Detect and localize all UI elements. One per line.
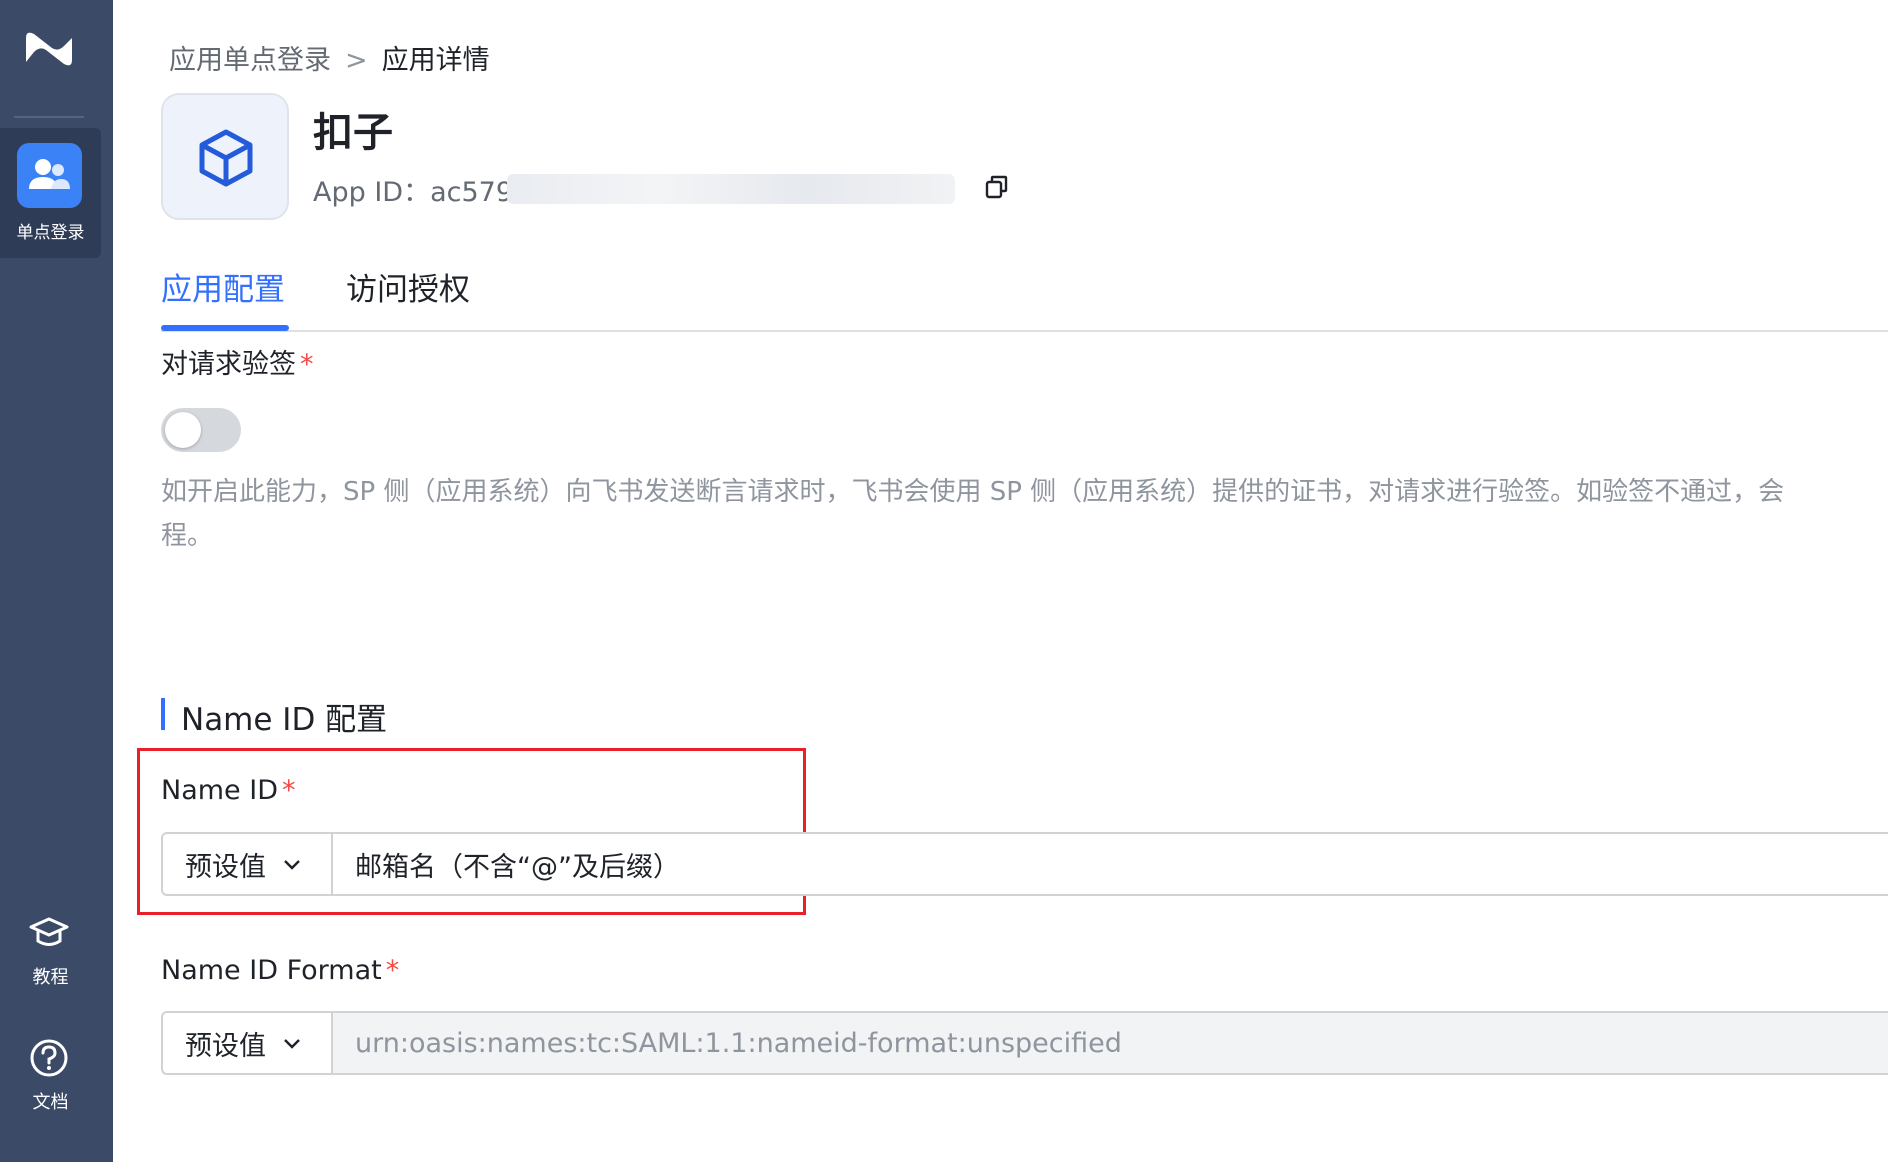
- copy-icon[interactable]: [983, 173, 1011, 201]
- main-content: 应用单点登录 > 应用详情 扣子 App ID：ac579 应用配置 访问授权 对请…: [113, 0, 1888, 1162]
- sidebar-item-label: 文档: [32, 1092, 69, 1113]
- app-logo: [161, 93, 289, 220]
- name-id-value-select[interactable]: 邮箱名（不含“@”及后缀）: [333, 834, 1888, 894]
- app-id-label: App ID：: [313, 177, 431, 208]
- feishu-logo-icon[interactable]: [22, 26, 76, 72]
- tab-divider: [161, 330, 1888, 332]
- section-accent-bar: [161, 698, 165, 730]
- chevron-down-icon: [284, 860, 300, 870]
- tab-app-config[interactable]: 应用配置: [161, 264, 285, 309]
- chevron-down-icon: [284, 1039, 300, 1049]
- help-circle-icon: [30, 1039, 68, 1077]
- name-id-format-field: 预设值 urn:oasis:names:tc:SAML:1.1:nameid-f…: [161, 1011, 1888, 1075]
- toggle-knob: [165, 412, 201, 448]
- active-tab-indicator: [161, 325, 289, 331]
- name-id-format-label: Name ID Format *: [161, 955, 400, 986]
- signature-verification-toggle[interactable]: [161, 408, 241, 452]
- sidebar-divider: [14, 116, 84, 118]
- graduation-cap-icon: [29, 917, 69, 946]
- required-mark: *: [282, 775, 296, 806]
- section-title-name-id: Name ID 配置: [181, 702, 388, 738]
- sidebar-item-label: 单点登录: [16, 223, 85, 243]
- app-id-row: App ID：ac579: [313, 170, 513, 209]
- sidebar-item-docs[interactable]: 文档: [0, 1030, 101, 1130]
- sidebar-item-sso[interactable]: 单点登录: [0, 128, 101, 258]
- name-id-mode-select[interactable]: 预设值: [163, 834, 333, 894]
- cube-icon: [199, 129, 253, 187]
- name-id-format-value-input: urn:oasis:names:tc:SAML:1.1:nameid-forma…: [333, 1013, 1888, 1073]
- sidebar-item-label: 教程: [32, 967, 69, 988]
- signature-verification-label: 对请求验签 *: [161, 349, 314, 380]
- sidebar: 单点登录 教程 文档: [0, 0, 113, 1162]
- users-icon: [17, 143, 82, 208]
- signature-verification-description: 如开启此能力，SP 侧（应用系统）向飞书发送断言请求时，飞书会使用 SP 侧（应…: [161, 477, 1785, 551]
- breadcrumb-current: 应用详情: [381, 45, 490, 76]
- breadcrumb-parent-link[interactable]: 应用单点登录: [169, 45, 331, 76]
- name-id-label: Name ID *: [161, 775, 296, 806]
- required-mark: *: [385, 955, 400, 986]
- app-id-value: ac579: [430, 177, 514, 208]
- breadcrumb: 应用单点登录 > 应用详情: [169, 38, 490, 77]
- required-mark: *: [300, 349, 314, 380]
- chevron-right-icon: >: [345, 45, 368, 76]
- app-name: 扣子: [313, 110, 393, 156]
- sidebar-item-tutorial[interactable]: 教程: [0, 905, 101, 1005]
- app-id-redacted: [507, 174, 955, 204]
- name-id-field: 预设值 邮箱名（不含“@”及后缀）: [161, 832, 1888, 896]
- name-id-format-mode-select[interactable]: 预设值: [163, 1013, 333, 1073]
- tab-access-authorization[interactable]: 访问授权: [346, 264, 470, 309]
